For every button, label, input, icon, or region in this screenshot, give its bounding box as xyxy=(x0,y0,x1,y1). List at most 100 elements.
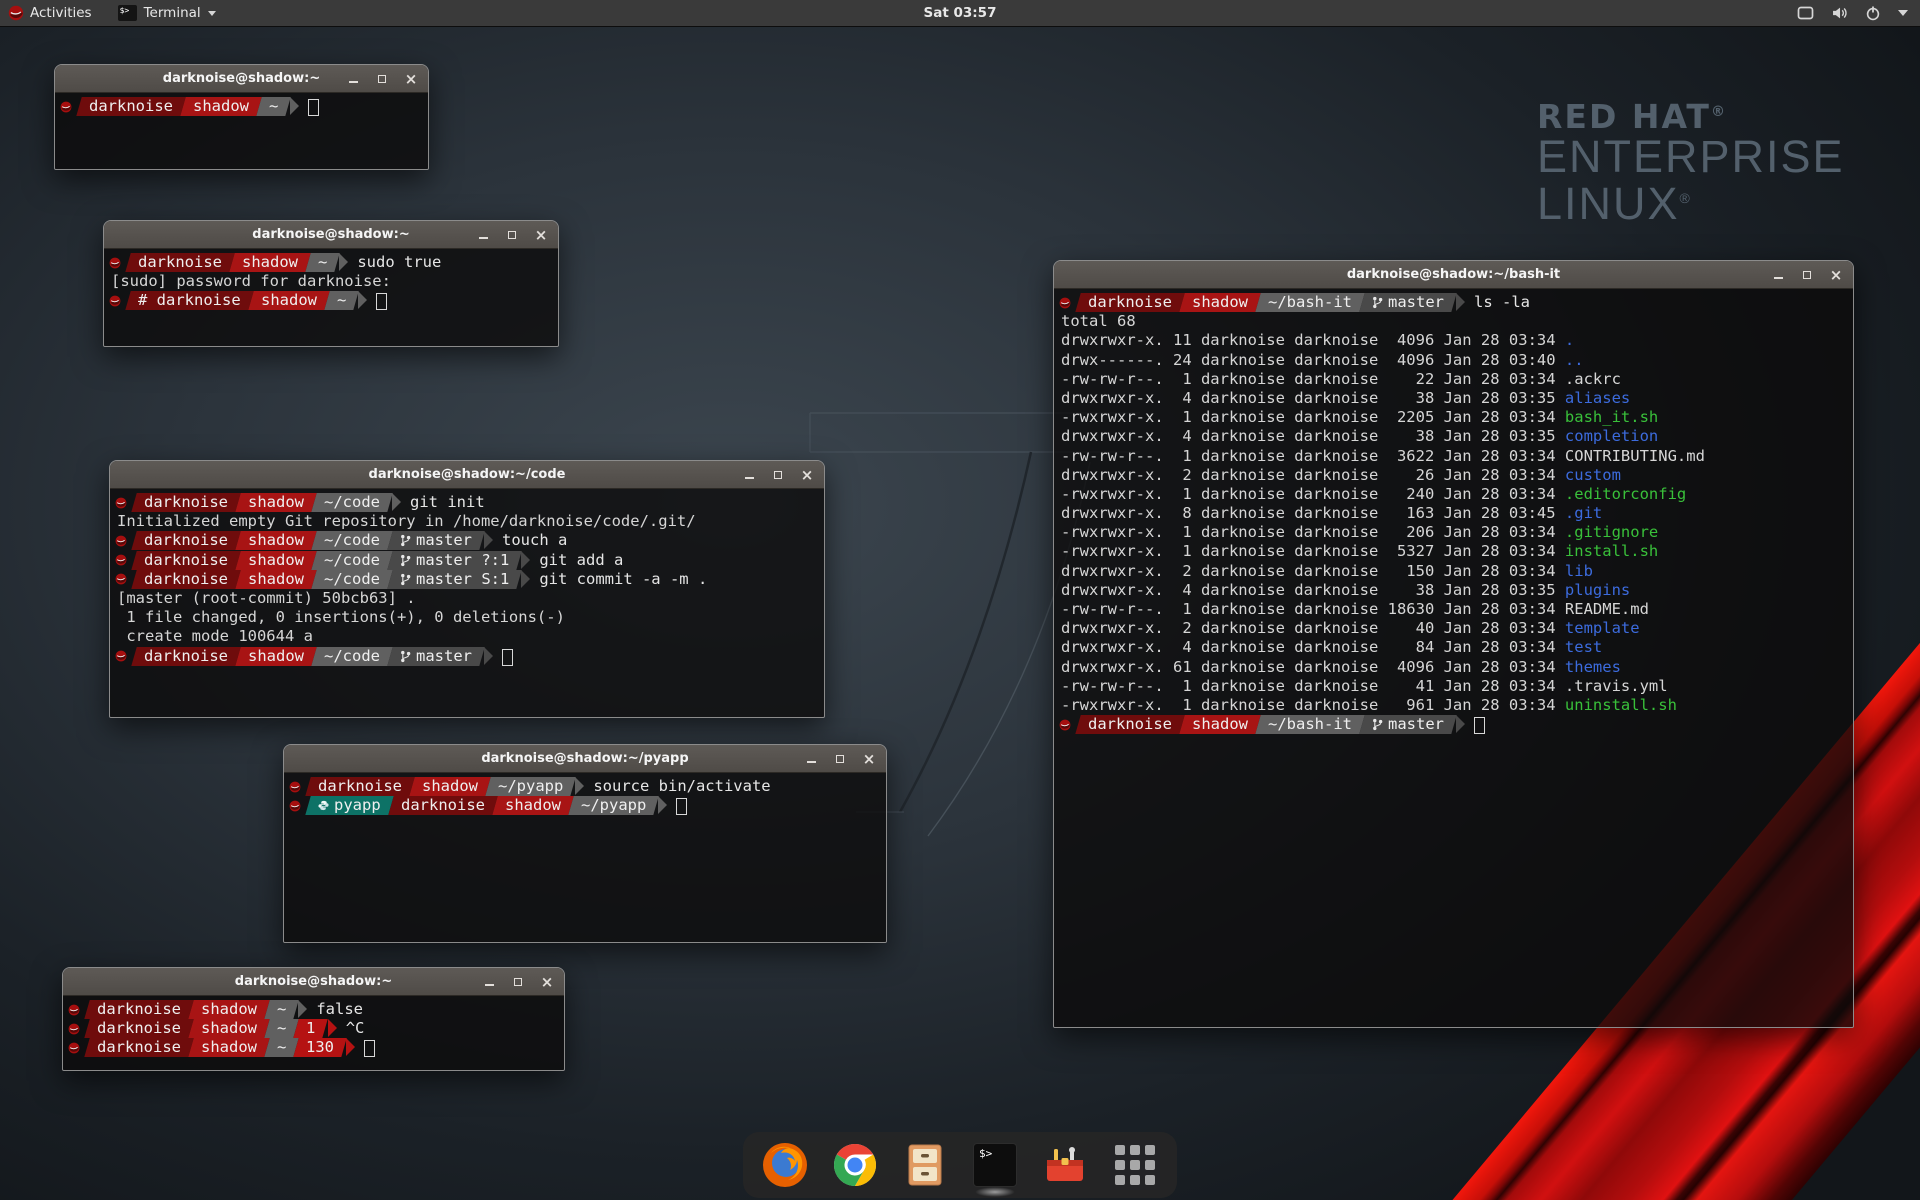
terminal-line: [master (root-commit) 50bcb63] . xyxy=(113,589,824,608)
window-titlebar[interactable]: darknoise@shadow:~× xyxy=(55,65,428,93)
segment-text: darknoise xyxy=(97,1038,181,1057)
window-titlebar[interactable]: darknoise@shadow:~/bash-it× xyxy=(1054,261,1853,289)
prompt-arrow-icon xyxy=(1456,293,1465,311)
minimize-button[interactable] xyxy=(346,72,360,86)
terminal-body[interactable]: darknoiseshadow~sudo true[sudo] password… xyxy=(104,249,558,347)
segment-text: shadow xyxy=(248,570,304,589)
window-controls: × xyxy=(804,745,876,772)
file-entry: -rw-rw-r--. 1 darknoise darknoise 18630 … xyxy=(1057,600,1649,619)
terminal-line: -rwxrwxr-x. 1 darknoise darknoise 240 Ja… xyxy=(1057,485,1853,504)
redhat-prompt-icon xyxy=(113,531,129,550)
close-button[interactable]: × xyxy=(534,228,548,242)
terminal-body[interactable]: darknoiseshadow~/bash-itmasterls -latota… xyxy=(1054,289,1853,1028)
minimize-icon xyxy=(479,237,488,239)
clock[interactable]: Sat 03:57 xyxy=(924,5,997,21)
prompt-arrow-icon xyxy=(290,97,299,115)
redhat-prompt-icon xyxy=(113,493,129,512)
segment-text: darknoise xyxy=(144,493,228,512)
minimize-button[interactable] xyxy=(742,468,756,482)
prompt-segments: pyappdarknoiseshadow~/pyapp xyxy=(303,796,667,815)
maximize-button[interactable] xyxy=(375,72,389,86)
file-name: template xyxy=(1565,619,1640,637)
output-text: Initialized empty Git repository in /hom… xyxy=(113,512,696,531)
file-name: .. xyxy=(1565,351,1584,369)
chrome-icon[interactable] xyxy=(831,1141,879,1189)
redhat-prompt-icon xyxy=(1057,293,1073,312)
prompt-segment-user: darknoise xyxy=(131,570,241,589)
prompt-arrow-icon xyxy=(575,777,584,795)
prompt-segment-host: shadow xyxy=(1179,293,1261,312)
terminal-window-home-1: darknoise@shadow:~×darknoiseshadow~ xyxy=(54,64,429,170)
brand-line-3: LINUX xyxy=(1537,178,1680,229)
prompt-segment-host: shadow xyxy=(409,777,491,796)
files-icon[interactable] xyxy=(901,1141,949,1189)
segment-text: ~ xyxy=(277,1038,286,1057)
running-indicator-glow xyxy=(975,1187,1015,1197)
activities-button[interactable]: Activities xyxy=(8,5,92,21)
prompt-segment-host: shadow xyxy=(180,97,262,116)
terminal-cursor xyxy=(376,293,387,310)
prompt-segments: darknoiseshadow~/bash-itmaster xyxy=(1073,293,1465,312)
prompt-segments: darknoiseshadow~/codemaster xyxy=(129,531,493,550)
prompt-segment-path: ~ xyxy=(324,291,359,310)
segment-text: master xyxy=(400,531,472,550)
file-entry: drwxrwxr-x. 4 darknoise darknoise 38 Jan… xyxy=(1057,427,1658,446)
terminal-glyph: $> xyxy=(973,1143,1017,1187)
prompt-segment-err: 1 xyxy=(294,1019,329,1038)
terminal-body[interactable]: darknoiseshadow~ xyxy=(55,93,428,170)
prompt-arrow-icon xyxy=(339,253,348,271)
close-button[interactable]: × xyxy=(1829,268,1843,282)
close-button[interactable]: × xyxy=(800,468,814,482)
maximize-icon xyxy=(836,755,844,763)
prompt-segments: darknoiseshadow~/bash-itmaster xyxy=(1073,715,1465,734)
window-title: darknoise@shadow:~ xyxy=(235,974,392,989)
close-button[interactable]: × xyxy=(540,975,554,989)
file-name: aliases xyxy=(1565,389,1630,407)
window-titlebar[interactable]: darknoise@shadow:~ × xyxy=(63,968,564,996)
maximize-button[interactable] xyxy=(833,752,847,766)
maximize-button[interactable] xyxy=(505,228,519,242)
minimize-button[interactable] xyxy=(482,975,496,989)
file-entry: drwxrwxr-x. 4 darknoise darknoise 84 Jan… xyxy=(1057,638,1602,657)
close-button[interactable]: × xyxy=(862,752,876,766)
terminal-line: -rwxrwxr-x. 1 darknoise darknoise 2205 J… xyxy=(1057,408,1853,427)
segment-text: darknoise xyxy=(1088,293,1172,312)
firefox-icon[interactable] xyxy=(761,1141,809,1189)
prompt-segment-host: shadow xyxy=(229,253,311,272)
file-name: lib xyxy=(1565,562,1593,580)
maximize-button[interactable] xyxy=(1800,268,1814,282)
terminal-line: darknoiseshadow~/codemaster xyxy=(113,647,824,666)
terminal-line: Initialized empty Git repository in /hom… xyxy=(113,512,824,531)
terminal-cursor xyxy=(676,798,687,815)
prompt-segment-host: shadow xyxy=(235,570,317,589)
window-titlebar[interactable]: darknoise@shadow:~/pyapp× xyxy=(284,745,886,773)
prompt-segment-host: shadow xyxy=(188,1019,270,1038)
terminal-line: [sudo] password for darknoise: xyxy=(107,272,558,291)
maximize-button[interactable] xyxy=(771,468,785,482)
prompt-segment-host: shadow xyxy=(235,531,317,550)
app-grid-icon[interactable] xyxy=(1111,1141,1159,1189)
prompt-segments: # darknoiseshadow~ xyxy=(123,291,367,310)
file-name: .git xyxy=(1565,504,1602,522)
terminal-body[interactable]: darknoiseshadow~/pyappsource bin/activat… xyxy=(284,773,886,943)
maximize-button[interactable] xyxy=(511,975,525,989)
redhat-prompt-icon xyxy=(107,291,123,310)
toolbox-icon[interactable] xyxy=(1041,1141,1089,1189)
redhat-prompt-icon xyxy=(66,1000,82,1019)
terminal-body[interactable]: darknoiseshadow~/codegit initInitialized… xyxy=(110,489,824,718)
minimize-button[interactable] xyxy=(804,752,818,766)
minimize-button[interactable] xyxy=(1771,268,1785,282)
prompt-segment-path: ~/code xyxy=(311,493,393,512)
terminal-app-menu[interactable]: $> Terminal xyxy=(118,5,216,21)
window-titlebar[interactable]: darknoise@shadow:~× xyxy=(104,221,558,249)
window-titlebar[interactable]: darknoise@shadow:~/code× xyxy=(110,461,824,489)
terminal-body[interactable]: darknoiseshadow~falsedarknoiseshadow~1^C… xyxy=(63,996,564,1071)
segment-text: shadow xyxy=(193,97,249,116)
terminal-dock-icon[interactable]: $> xyxy=(971,1141,1019,1189)
minimize-button[interactable] xyxy=(476,228,490,242)
segment-text: darknoise xyxy=(144,647,228,666)
close-button[interactable]: × xyxy=(404,72,418,86)
prompt-segment-path: ~ xyxy=(256,97,291,116)
system-status-area[interactable] xyxy=(1797,5,1908,21)
segment-text: shadow xyxy=(248,493,304,512)
